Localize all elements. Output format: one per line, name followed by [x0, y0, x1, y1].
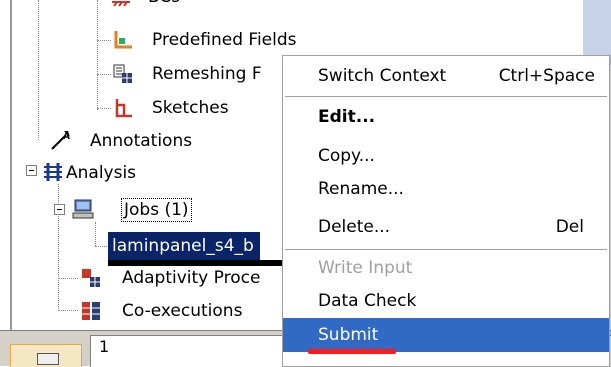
menu-item-label: Edit... [318, 107, 376, 127]
adaptivity-icon [82, 269, 100, 287]
tree-guide [97, 74, 111, 75]
sketch-icon [115, 99, 132, 118]
tree-guide [38, 0, 39, 140]
menu-item-copy[interactable]: Copy... [283, 139, 609, 173]
menu-item-shortcut: Ctrl+Space [498, 66, 595, 86]
tree-guide [97, 0, 98, 110]
menu-item-edit[interactable]: Edit... [283, 100, 609, 134]
tree-item-job-selected[interactable]: laminpanel_s4_b [108, 232, 260, 260]
co-execution-icon [82, 302, 100, 320]
menu-item-label: Switch Context [318, 66, 447, 86]
tree-item-label: Annotations [90, 131, 193, 151]
tree-guide [58, 184, 59, 309]
svg-text:A: A [63, 132, 70, 142]
tree-item-label: Remeshing F [152, 64, 262, 84]
tree-guide [97, 40, 111, 41]
tree-item-label: Co-executions [122, 301, 243, 321]
tree-guide [58, 310, 78, 311]
tree-item-label: Sketches [152, 98, 229, 118]
submit-annotation-underline [308, 349, 396, 354]
tree-guide [58, 278, 78, 279]
tree-guide [97, 108, 111, 109]
tree-guide [95, 246, 107, 247]
collapse-toggle-icon[interactable] [54, 204, 65, 215]
message-tab-icon [37, 353, 59, 365]
annotation-icon: A [51, 131, 70, 150]
menu-item-label: Data Check [318, 291, 417, 311]
menu-item-data-check[interactable]: Data Check [283, 284, 609, 318]
analysis-icon [44, 163, 62, 181]
tree-left-border [10, 0, 12, 330]
menu-item-label: Write Input [318, 258, 413, 278]
menu-separator [285, 96, 607, 98]
tree-item-label: laminpanel_s4_b [112, 236, 254, 256]
predefined-fields-icon [114, 31, 132, 49]
collapse-toggle-icon[interactable] [26, 165, 37, 176]
message-tab[interactable] [10, 344, 82, 367]
tree-item-label: Jobs (1) [121, 198, 192, 222]
menu-item-label: Delete... [318, 217, 391, 237]
menu-item-label: Rename... [318, 179, 404, 199]
menu-item-delete[interactable]: Delete... Del [283, 210, 609, 244]
menu-item-rename[interactable]: Rename... [283, 172, 609, 206]
computer-icon [72, 199, 94, 219]
menu-item-label: Copy... [318, 146, 375, 166]
tree-item-label: Adaptivity Proce [122, 268, 261, 288]
bcs-icon [112, 1, 130, 7]
menu-item-shortcut: Del [555, 217, 584, 237]
tree-item-label: BCs [148, 0, 180, 11]
remeshing-icon [113, 64, 132, 83]
menu-item-write-input: Write Input [283, 251, 609, 285]
menu-item-label: Submit [318, 325, 379, 345]
context-menu: Switch Context Ctrl+Space Edit... Copy..… [282, 55, 610, 367]
menu-item-submit[interactable]: Submit [283, 318, 609, 352]
message-line-number: 1 [99, 337, 110, 356]
tree-item-label: Analysis [66, 163, 137, 183]
tree-item-label: Predefined Fields [152, 30, 297, 50]
menu-item-switch-context[interactable]: Switch Context Ctrl+Space [283, 59, 609, 93]
tree-guide [95, 222, 96, 246]
